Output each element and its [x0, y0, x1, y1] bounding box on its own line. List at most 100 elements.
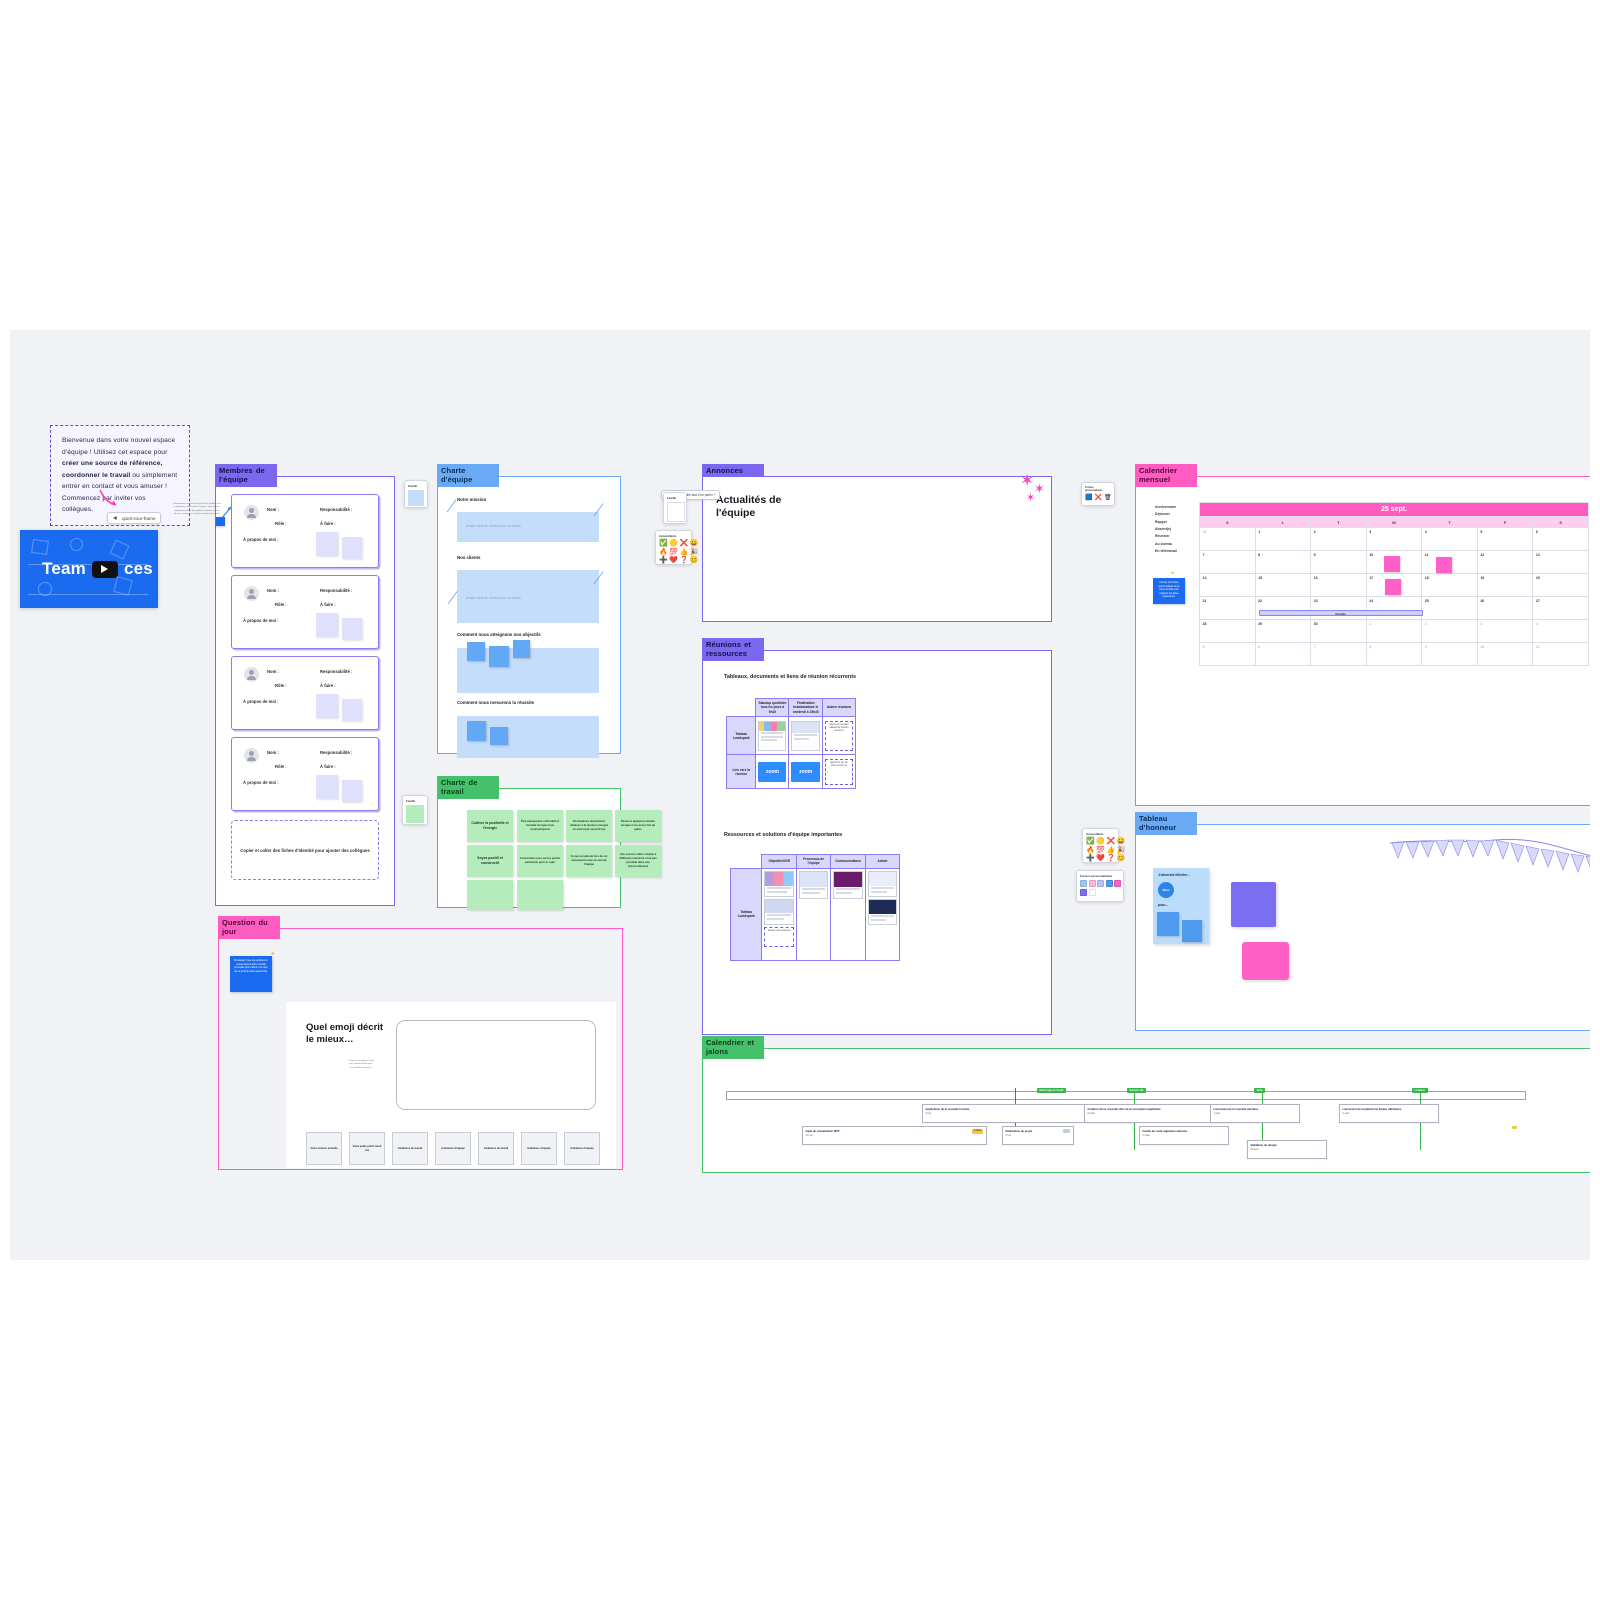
question-hint-sticker[interactable]: Choisissez l'une des activités ci-contre…: [230, 956, 272, 992]
member-note[interactable]: [316, 613, 338, 637]
board-thumbnail[interactable]: [868, 898, 897, 925]
work-note[interactable]: [517, 880, 563, 910]
calendar-day[interactable]: 11: [1532, 642, 1589, 666]
board-thumbnail[interactable]: [758, 720, 787, 751]
shape-swatch[interactable]: [1080, 880, 1087, 887]
question-card[interactable]: Ambiance d'équipe: [435, 1132, 471, 1165]
calendar-shapes-palette[interactable]: Formes personnalisées 🟦 ❌ 🗑: [1081, 482, 1115, 506]
calendar-day[interactable]: 8: [1365, 642, 1423, 666]
calendar-day[interactable]: 1: [1365, 619, 1423, 643]
timeline-marker[interactable]: Révision Q3: [1127, 1088, 1146, 1093]
calendar-sticky-note[interactable]: [1436, 557, 1453, 573]
calendar-day[interactable]: 19: [1476, 573, 1534, 597]
member-note[interactable]: [342, 780, 362, 802]
calendar-day[interactable]: 25: [1421, 596, 1478, 620]
reaction-icon[interactable]: 😊: [690, 557, 699, 564]
reaction-icon[interactable]: 🟡: [669, 540, 678, 547]
placeholder-note[interactable]: Ajoutez le lien de votre réunion ici: [824, 758, 853, 785]
milestone-item[interactable]: Lancement de la nouvelle interface 1 aoû…: [1210, 1104, 1300, 1123]
charter-field-clients[interactable]: plugin default: écrire plus en détail: [457, 570, 599, 623]
reaction-icon[interactable]: ✅: [659, 540, 668, 547]
calendar-day[interactable]: 18: [1421, 573, 1478, 597]
calendar-day[interactable]: 17: [1365, 573, 1423, 597]
work-note[interactable]: Informations importantes relatives à la …: [566, 810, 612, 842]
frame-charter[interactable]: Charte d'équipe Notre mission plugin def…: [437, 464, 621, 758]
resources-cell[interactable]: [830, 867, 867, 961]
meetings-cell[interactable]: [755, 716, 790, 756]
charter-sticky[interactable]: [513, 640, 530, 658]
zoom-link[interactable]: zoom: [791, 761, 820, 782]
work-note[interactable]: Être transparent, informatif et honnête …: [517, 810, 563, 842]
charter-sticky[interactable]: [489, 646, 509, 667]
reaction-icon[interactable]: 👍: [679, 549, 688, 556]
work-charter-side-sticker[interactable]: Feuille: [402, 795, 428, 825]
frame-calendar[interactable]: Calendrier mensuel Anniversaire Déjeuner…: [1135, 464, 1590, 806]
calendar-day[interactable]: 15: [1254, 573, 1312, 597]
reaction-icon[interactable]: 🔥: [659, 549, 668, 556]
work-note[interactable]: Ce qui est abordé lors de cet événement …: [566, 845, 612, 877]
charter-sticky[interactable]: [467, 642, 485, 661]
member-note[interactable]: [316, 775, 338, 799]
timeline-track[interactable]: [726, 1091, 1526, 1100]
question-card[interactable]: Ambiance d'équipe: [564, 1132, 600, 1165]
honor-note-pink[interactable]: [1242, 942, 1289, 980]
calendar-day[interactable]: 21: [1199, 596, 1256, 620]
calendar-day[interactable]: 20: [1532, 573, 1589, 597]
milestone-item[interactable]: Agile de visualisation MVP 11 mai À fair…: [802, 1126, 987, 1145]
calendar-sticky-note[interactable]: [1383, 556, 1400, 572]
calendar-day[interactable]: 14: [1199, 573, 1256, 597]
calendar-day[interactable]: 11: [1421, 550, 1478, 574]
calendar-day[interactable]: 6: [1532, 527, 1589, 551]
shape-swatch[interactable]: [1114, 880, 1122, 887]
frame-members[interactable]: Membres de l'équipe Nom : Rôle : Respons…: [215, 464, 395, 906]
frame-meetings[interactable]: Réunions et ressources Tableaux, documen…: [702, 638, 1052, 1035]
shape-swatch[interactable]: [1088, 880, 1096, 887]
honor-inner-note[interactable]: [1182, 920, 1202, 942]
milestone-item[interactable]: Validation du design 20 août: [1247, 1140, 1327, 1159]
resources-cell[interactable]: [796, 867, 832, 961]
zoom-link[interactable]: zoom: [758, 761, 787, 782]
question-card[interactable]: Ambiance de travail: [478, 1132, 514, 1165]
square-icon[interactable]: 🟦: [1085, 494, 1092, 501]
shape-swatch[interactable]: [1080, 888, 1087, 896]
charter-sticky[interactable]: [490, 727, 508, 745]
board-thumbnail[interactable]: [799, 870, 829, 899]
shape-swatch[interactable]: [1097, 880, 1105, 887]
calendar-day[interactable]: 22 Retraite: [1254, 596, 1423, 620]
member-note[interactable]: [316, 532, 338, 556]
frame-question[interactable]: Question du jour Choisissez l'une des ac…: [218, 916, 623, 1170]
reaction-icon[interactable]: ➕: [659, 557, 668, 564]
calendar-day[interactable]: 2: [1421, 619, 1478, 643]
whiteboard-canvas[interactable]: Bienvenue dans votre nouvel espace d'équ…: [10, 330, 1590, 1260]
member-card[interactable]: Nom : Rôle : Responsabilité : À faire : …: [231, 494, 379, 568]
quick-tour-pill[interactable]: quick-tour-frame: [107, 508, 162, 526]
calendar-day[interactable]: 4: [1532, 619, 1589, 643]
honor-sticky-note[interactable]: J'aimerais féliciter... Merci pour...: [1153, 868, 1209, 944]
charter-field-mission[interactable]: plugin default: écrire plus en détail: [457, 512, 599, 542]
meetings-cell[interactable]: zoom: [788, 754, 823, 790]
calendar-day[interactable]: 31: [1199, 527, 1256, 551]
reaction-icon[interactable]: 😊: [1117, 855, 1126, 862]
member-note[interactable]: [342, 618, 362, 640]
calendar-day[interactable]: 7: [1310, 642, 1367, 666]
calendar-day[interactable]: 26: [1476, 596, 1534, 620]
resources-cell[interactable]: Ajoutez une ressource: [761, 867, 798, 961]
question-answer-box[interactable]: [396, 1020, 596, 1110]
milestone-item[interactable]: Feuille de route ingénierie achevée 5 ju…: [1139, 1126, 1229, 1145]
work-note[interactable]: Une session vidéo ouverte à différents m…: [615, 845, 661, 877]
reaction-icon[interactable]: 👍: [1106, 847, 1115, 854]
question-card[interactable]: Votre petite partie lundi soir: [349, 1132, 385, 1165]
reaction-icon[interactable]: ❤️: [1096, 855, 1105, 862]
calendar-sticky-note[interactable]: [1384, 579, 1401, 595]
announcement-note-template[interactable]: Feuille: [663, 492, 687, 524]
work-note[interactable]: Concentrez-vous sur les points pertinent…: [517, 845, 563, 877]
meetings-cell[interactable]: Insérez ici un autre tableau de réunion …: [821, 716, 857, 756]
meetings-table[interactable]: Standup quotidien tous les jours à 9h15 …: [725, 697, 857, 790]
board-thumbnail[interactable]: [764, 870, 795, 897]
trash-icon[interactable]: 🗑: [1104, 494, 1112, 501]
calendar-day[interactable]: 4: [1421, 527, 1478, 551]
work-note[interactable]: Passer à quelqu'un d'autre lorsque nous …: [615, 810, 661, 842]
honor-note-purple[interactable]: [1231, 882, 1276, 927]
calendar-day[interactable]: 30: [1310, 619, 1367, 643]
reactions-palette[interactable]: Autocollants ✅ 🟡 ❌ 😀 🔥 💯 👍 🎉 ➕ ❤️ ❓ 😊: [655, 530, 698, 565]
